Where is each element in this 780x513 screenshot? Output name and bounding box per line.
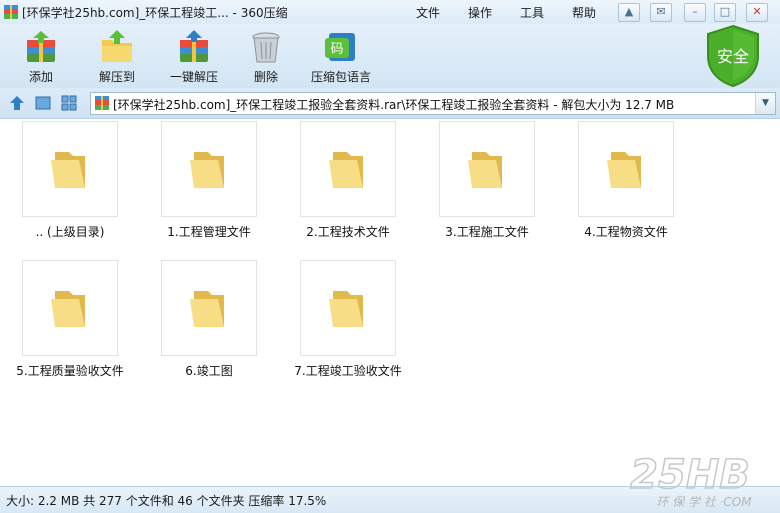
language-code-icon: 码 <box>325 33 355 61</box>
menu-operate[interactable]: 操作 <box>468 4 492 21</box>
archive-language-label: 压缩包语言 <box>310 70 371 84</box>
security-label: 安全 <box>717 47 749 66</box>
archive-language-button[interactable]: 码 压缩包语言 <box>306 24 376 88</box>
maximize-icon[interactable]: □ <box>714 3 736 22</box>
delete-button[interactable]: 删除 <box>240 24 292 88</box>
one-click-extract-button[interactable]: 一键解压 <box>162 24 226 88</box>
folder-name: 1.工程管理文件 <box>167 225 251 239</box>
archive-file-icon <box>95 96 109 110</box>
view-list-icon[interactable] <box>60 94 78 112</box>
feedback-icon[interactable]: ✉ <box>650 3 672 22</box>
folder-item[interactable]: 5.工程质量验收文件 <box>10 260 130 379</box>
delete-label: 删除 <box>253 70 278 84</box>
folder-icon <box>300 121 396 217</box>
address-field[interactable]: [环保学社25hb.com]_环保工程竣工报验全套资料.rar\环保工程竣工报验… <box>90 92 776 115</box>
up-level-arrow-icon[interactable] <box>8 94 26 112</box>
security-shield-icon[interactable]: 安全 <box>704 24 762 88</box>
extract-to-label: 解压到 <box>98 70 135 84</box>
folder-item[interactable]: 1.工程管理文件 <box>149 121 269 240</box>
close-icon[interactable]: ✕ <box>746 3 768 22</box>
svg-text:环 保 学 社 ·COM: 环 保 学 社 ·COM <box>656 495 752 509</box>
toolbar: 添加 解压到 一键解压 删除 码 压缩包语言 <box>0 24 780 88</box>
site-watermark-logo: 25HB 环 保 学 社 ·COM <box>629 452 752 509</box>
folder-icon <box>161 121 257 217</box>
address-dropdown-icon[interactable]: ▼ <box>755 93 775 114</box>
extract-folder-icon <box>102 30 132 62</box>
folder-name: 4.工程物资文件 <box>584 225 668 239</box>
status-text: 大小: 2.2 MB 共 277 个文件和 46 个文件夹 压缩率 17.5% <box>6 494 327 508</box>
folder-name: 6.竣工图 <box>185 364 233 378</box>
view-large-icon[interactable] <box>34 94 52 112</box>
title-bar: [环保学社25hb.com]_环保工程竣工... - 360压缩 文件 操作 工… <box>0 0 780 24</box>
add-archive-icon <box>27 31 55 62</box>
svg-text:码: 码 <box>330 42 343 57</box>
folder-icon <box>578 121 674 217</box>
address-bar: [环保学社25hb.com]_环保工程竣工报验全套资料.rar\环保工程竣工报验… <box>0 88 780 119</box>
folder-name: 3.工程施工文件 <box>445 225 529 239</box>
folder-name: 7.工程竣工验收文件 <box>294 364 402 378</box>
folder-icon <box>22 260 118 356</box>
minimize-icon[interactable]: – <box>684 3 706 22</box>
folder-item[interactable]: 6.竣工图 <box>149 260 269 379</box>
extract-to-button[interactable]: 解压到 <box>88 24 146 88</box>
menu-help[interactable]: 帮助 <box>572 4 596 21</box>
folder-icon <box>22 121 118 217</box>
folder-icon <box>161 260 257 356</box>
add-label: 添加 <box>28 70 53 84</box>
folder-item[interactable]: 7.工程竣工验收文件 <box>288 260 408 379</box>
window-title: [环保学社25hb.com]_环保工程竣工... - 360压缩 <box>22 6 288 20</box>
folder-item[interactable]: 2.工程技术文件 <box>288 121 408 240</box>
skin-shirt-icon[interactable]: ▲ <box>618 3 640 22</box>
folder-item[interactable]: 3.工程施工文件 <box>427 121 547 240</box>
address-path: [环保学社25hb.com]_环保工程竣工报验全套资料.rar\环保工程竣工报验… <box>113 98 675 112</box>
folder-item-parent[interactable]: .. (上级目录) <box>10 121 130 240</box>
folder-name: 2.工程技术文件 <box>306 225 390 239</box>
folder-icon <box>439 121 535 217</box>
archive-app-icon <box>4 5 18 19</box>
add-button[interactable]: 添加 <box>12 24 70 88</box>
trash-can-icon <box>252 32 280 63</box>
one-click-extract-label: 一键解压 <box>169 70 218 84</box>
file-view: .. (上级目录) 1.工程管理文件 2.工程技术文件 3.工程施工文件 4.工… <box>0 119 780 486</box>
menu-file[interactable]: 文件 <box>416 4 440 21</box>
menu-tools[interactable]: 工具 <box>520 4 544 21</box>
folder-name: .. (上级目录) <box>35 225 105 239</box>
folder-item[interactable]: 4.工程物资文件 <box>566 121 686 240</box>
one-click-extract-icon <box>180 30 208 62</box>
folder-name: 5.工程质量验收文件 <box>16 364 124 378</box>
folder-icon <box>300 260 396 356</box>
svg-text:25HB: 25HB <box>630 452 750 498</box>
